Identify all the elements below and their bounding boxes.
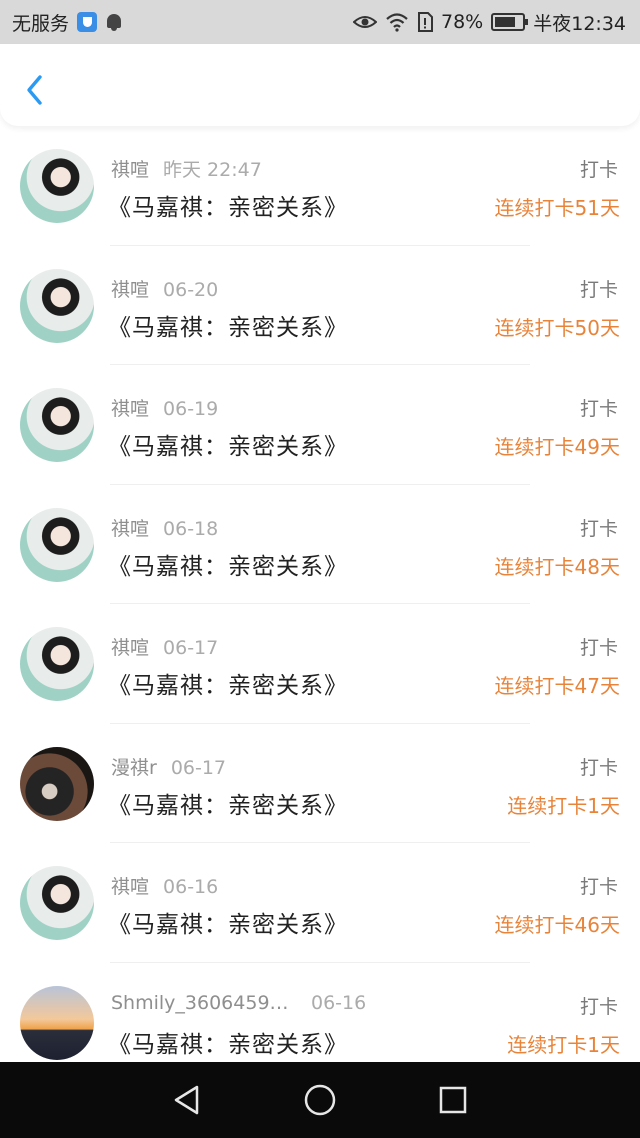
checkin-type-label: 打卡 [579, 278, 618, 301]
timestamp: 06-20 [163, 278, 219, 301]
meta-line: 漫祺r 06-17 [111, 753, 226, 780]
timestamp: 06-17 [163, 637, 219, 659]
checkin-type-label: 打卡 [579, 398, 618, 420]
book-title[interactable]: 《马嘉祺：亲密关系》 [108, 308, 348, 342]
meta-line: 祺喧 06-20 [111, 275, 218, 302]
streak-label: 连续打卡47天 [494, 674, 620, 698]
home-circle-icon [304, 1084, 336, 1116]
status-bar: 无服务 78% 半夜12:34 [0, 0, 640, 44]
nav-back-button[interactable] [157, 1070, 217, 1130]
user-name[interactable]: 祺喧 [111, 279, 149, 301]
carrier-label: 无服务 [12, 12, 70, 35]
user-name[interactable]: 祺喧 [111, 876, 149, 898]
user-name[interactable]: 祺喧 [111, 398, 149, 420]
streak-label: 连续打卡50天 [494, 315, 620, 340]
streak-label: 连续打卡1天 [507, 1032, 620, 1057]
user-name[interactable]: Shmily_36064593... [111, 992, 297, 1014]
checkin-row[interactable]: 祺喧 06-17 《马嘉祺：亲密关系》 打卡 连续打卡47天 [0, 604, 640, 724]
meta-line: 祺喧 06-17 [111, 633, 218, 660]
timestamp: 昨天 22:47 [163, 159, 262, 181]
user-name[interactable]: 祺喧 [111, 637, 149, 659]
meta-line: 祺喧 06-18 [111, 514, 218, 541]
checkin-type-label: 打卡 [579, 517, 618, 540]
checkin-row[interactable]: 祺喧 06-18 《马嘉祺：亲密关系》 打卡 连续打卡48天 [0, 485, 640, 604]
meta-line: 祺喧 06-19 [111, 394, 218, 421]
meta-line: Shmily_36064593... 06-16 [111, 992, 366, 1014]
checkin-type-label: 打卡 [579, 637, 618, 659]
recents-square-icon [440, 1086, 467, 1114]
checkin-row[interactable]: 祺喧 06-16 《马嘉祺：亲密关系》 打卡 连续打卡46天 [0, 843, 640, 963]
back-button[interactable] [18, 70, 54, 110]
timestamp: 06-18 [163, 517, 219, 540]
streak-label: 连续打卡51天 [494, 196, 620, 220]
book-title[interactable]: 《马嘉祺：亲密关系》 [108, 547, 348, 581]
book-title[interactable]: 《马嘉祺：亲密关系》 [108, 905, 348, 939]
checkin-row[interactable]: 祺喧 06-20 《马嘉祺：亲密关系》 打卡 连续打卡50天 [0, 246, 640, 365]
avatar[interactable] [20, 149, 94, 223]
avatar[interactable] [20, 627, 94, 701]
checkin-type-label: 打卡 [579, 756, 618, 779]
navigation-bar [0, 1062, 640, 1138]
book-title[interactable]: 《马嘉祺：亲密关系》 [108, 188, 348, 222]
streak-label: 连续打卡46天 [494, 913, 620, 937]
nav-home-button[interactable] [290, 1070, 350, 1130]
timestamp: 06-16 [311, 991, 367, 1014]
avatar[interactable] [20, 985, 94, 1060]
avatar[interactable] [20, 268, 94, 343]
bell-icon [105, 12, 123, 32]
checkin-row[interactable]: 祺喧 06-19 《马嘉祺：亲密关系》 打卡 连续打卡49天 [0, 365, 640, 485]
meta-line: 祺喧 昨天 22:47 [111, 155, 262, 182]
sim-icon [418, 12, 433, 32]
nav-recents-button[interactable] [423, 1070, 483, 1130]
user-name[interactable]: 漫祺r [111, 757, 157, 779]
battery-icon [491, 13, 529, 31]
checkin-row[interactable]: 漫祺r 06-17 《马嘉祺：亲密关系》 打卡 连续打卡1天 [0, 724, 640, 843]
back-triangle-icon [174, 1085, 198, 1115]
checkin-list: 祺喧 昨天 22:47 《马嘉祺：亲密关系》 打卡 连续打卡51天 祺喧 06-20… [0, 126, 640, 1082]
avatar[interactable] [20, 388, 94, 462]
streak-label: 连续打卡1天 [507, 793, 620, 818]
checkin-type-label: 打卡 [579, 876, 618, 898]
avatar[interactable] [20, 866, 94, 940]
streak-label: 连续打卡49天 [494, 435, 620, 459]
timestamp: 06-17 [170, 756, 227, 779]
eye-icon [353, 16, 377, 28]
top-header [0, 44, 640, 126]
meta-line: 祺喧 06-16 [111, 872, 218, 899]
battery-percent: 78% [441, 11, 484, 33]
book-title[interactable]: 《马嘉祺：亲密关系》 [108, 666, 348, 700]
book-title[interactable]: 《马嘉祺：亲密关系》 [108, 786, 348, 820]
streak-label: 连续打卡48天 [494, 554, 620, 579]
checkin-type-label: 打卡 [579, 995, 618, 1018]
checkin-row[interactable]: 祺喧 昨天 22:47 《马嘉祺：亲密关系》 打卡 连续打卡51天 [0, 126, 640, 246]
timestamp: 06-16 [163, 876, 219, 898]
avatar[interactable] [20, 507, 94, 582]
avatar[interactable] [20, 746, 94, 821]
shield-icon [77, 12, 98, 32]
book-title[interactable]: 《马嘉祺：亲密关系》 [108, 1025, 348, 1059]
user-name[interactable]: 祺喧 [111, 518, 149, 540]
chevron-left-icon [27, 75, 42, 105]
user-name[interactable]: 祺喧 [111, 159, 149, 181]
book-title[interactable]: 《马嘉祺：亲密关系》 [108, 427, 348, 461]
wifi-icon [386, 13, 408, 32]
clock: 半夜12:34 [533, 12, 626, 35]
timestamp: 06-19 [163, 398, 219, 420]
checkin-type-label: 打卡 [579, 159, 618, 181]
